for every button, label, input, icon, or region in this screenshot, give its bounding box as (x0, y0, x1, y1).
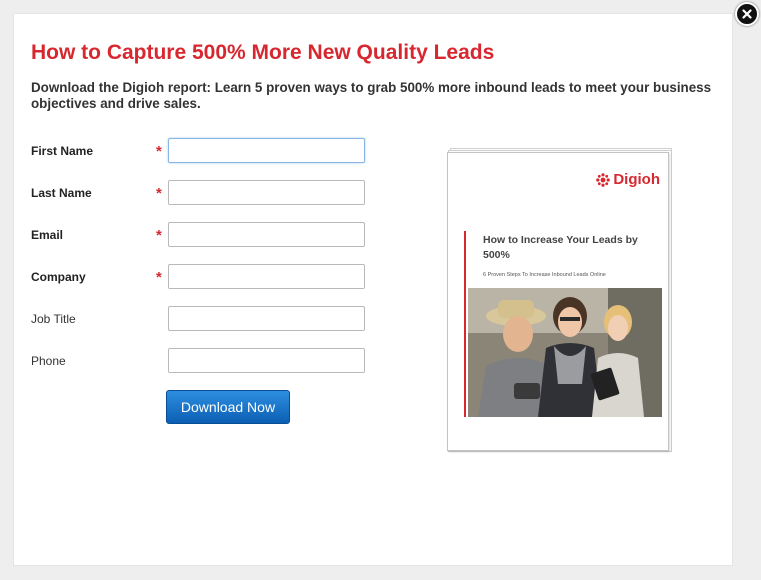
email-label: Email (31, 228, 64, 242)
job-title-row: Job Title (31, 306, 371, 332)
report-subtitle: 6 Proven Steps To Increase Inbound Leads… (483, 272, 606, 278)
first-name-label: First Name (31, 144, 94, 158)
report-photo (468, 288, 662, 417)
job-title-label: Job Title (31, 312, 76, 326)
phone-label: Phone (31, 354, 66, 368)
modal-title: How to Capture 500% More New Quality Lea… (31, 41, 495, 64)
last-name-input[interactable] (168, 180, 365, 205)
close-button[interactable] (735, 2, 759, 26)
first-name-input[interactable] (168, 138, 365, 163)
first-name-row: First Name * (31, 138, 371, 164)
report-cover: Digioh How to Increase Your Leads by 500… (447, 152, 669, 451)
required-marker: * (156, 269, 162, 286)
last-name-row: Last Name * (31, 180, 371, 206)
job-title-input[interactable] (168, 306, 365, 331)
phone-row: Phone (31, 348, 371, 374)
email-input[interactable] (168, 222, 365, 247)
company-input[interactable] (168, 264, 365, 289)
required-marker: * (156, 227, 162, 244)
required-marker: * (156, 185, 162, 202)
report-brand-name: Digioh (613, 171, 660, 188)
modal-subtitle: Download the Digioh report: Learn 5 prov… (31, 80, 712, 111)
last-name-label: Last Name (31, 186, 92, 200)
lead-capture-modal: How to Capture 500% More New Quality Lea… (13, 13, 733, 566)
company-label: Company (31, 270, 86, 284)
email-row: Email * (31, 222, 371, 248)
download-now-button[interactable]: Download Now (166, 390, 290, 424)
report-brand: Digioh (596, 171, 660, 188)
close-icon (742, 9, 752, 19)
required-marker: * (156, 143, 162, 160)
report-accent-bar (464, 231, 466, 417)
digioh-logo-icon (596, 172, 611, 187)
phone-input[interactable] (168, 348, 365, 373)
report-title: How to Increase Your Leads by 500% (483, 234, 638, 261)
report-cover-image: Digioh How to Increase Your Leads by 500… (446, 148, 672, 454)
company-row: Company * (31, 264, 371, 290)
